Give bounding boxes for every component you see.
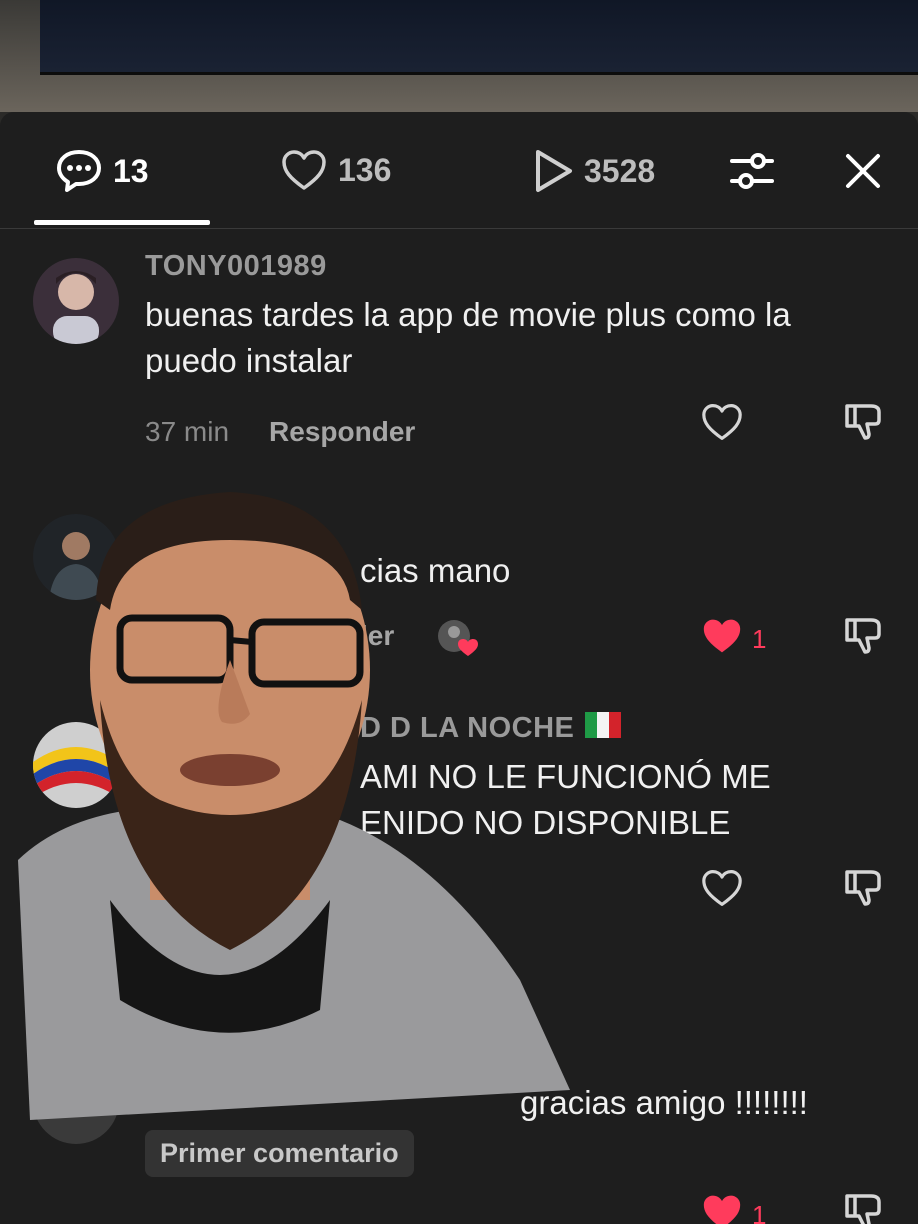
comments-sheet: 13 136 3528 TONY001989 buenas tardes la … xyxy=(0,112,918,1224)
comment-text: cias mano xyxy=(360,552,511,589)
comment-username[interactable]: D D LA NOCHE xyxy=(360,712,574,744)
heart-icon xyxy=(280,148,328,192)
dislike-button[interactable] xyxy=(843,1190,885,1224)
avatar[interactable] xyxy=(33,722,119,808)
like-count: 1 xyxy=(752,1200,767,1224)
comments-header: 13 136 3528 xyxy=(0,112,918,229)
comment-text: buenas tardes la app de movie plus como … xyxy=(145,296,791,379)
like-button[interactable] xyxy=(700,868,744,915)
views-count: 3528 xyxy=(584,152,656,189)
like-button[interactable] xyxy=(700,402,744,449)
creator-liked-avatar xyxy=(436,618,482,663)
avatar[interactable] xyxy=(33,258,119,344)
close-icon xyxy=(844,152,882,195)
italy-flag-icon xyxy=(584,712,621,746)
dislike-button[interactable] xyxy=(843,866,885,915)
dislike-button[interactable] xyxy=(843,400,885,449)
filter-icon xyxy=(728,149,776,198)
dislike-button[interactable] xyxy=(843,614,885,663)
avatar[interactable] xyxy=(33,1058,119,1144)
heart-icon xyxy=(700,868,744,915)
filter-button[interactable] xyxy=(727,148,777,198)
tab-comments[interactable]: 13 xyxy=(55,148,149,194)
comment-text: AMI NO LE FUNCIONÓ ME ENIDO NO DISPONIBL… xyxy=(360,758,771,841)
comment-text: gracias amigo !!!!!!!! xyxy=(520,1084,808,1121)
heart-icon xyxy=(700,1192,744,1224)
dislike-icon xyxy=(843,866,885,915)
tab-views[interactable]: 3528 xyxy=(532,148,655,194)
avatar[interactable] xyxy=(33,514,119,600)
heart-icon xyxy=(700,402,744,449)
reply-button[interactable]: Responder xyxy=(269,416,415,448)
dislike-icon xyxy=(843,614,885,663)
dislike-icon xyxy=(843,1190,885,1224)
likes-count: 136 xyxy=(338,151,392,188)
like-button[interactable]: 1 xyxy=(700,616,766,663)
comment-username[interactable]: TONY001989 xyxy=(145,250,327,283)
dislike-icon xyxy=(843,400,885,449)
comment-time: 37 min xyxy=(145,416,230,447)
reply-button[interactable]: ler xyxy=(360,620,394,652)
close-button[interactable] xyxy=(838,148,888,198)
active-tab-indicator xyxy=(34,220,210,225)
heart-icon xyxy=(700,616,744,663)
like-button[interactable]: 1 xyxy=(700,1192,766,1224)
first-comment-badge: Primer comentario xyxy=(145,1130,414,1177)
background-scene xyxy=(0,0,918,112)
comment-icon xyxy=(55,148,103,194)
tv-screen xyxy=(40,0,918,75)
play-icon xyxy=(532,148,574,194)
comments-count: 13 xyxy=(113,152,149,189)
like-count: 1 xyxy=(752,624,767,654)
tab-likes[interactable]: 136 xyxy=(280,148,391,192)
